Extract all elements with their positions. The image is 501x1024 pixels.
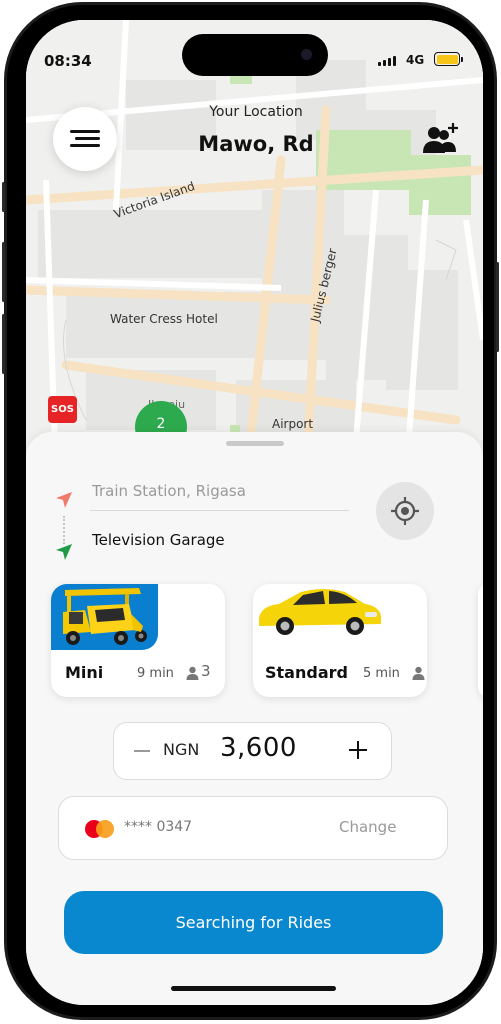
pickup-location[interactable]: Train Station, Rigasa <box>92 482 246 500</box>
ride-image-standard <box>253 584 389 640</box>
ride-name-mini: Mini <box>65 663 104 682</box>
ride-eta-standard: 5 min <box>363 666 400 681</box>
fare-amount[interactable]: 3,600 <box>220 733 297 763</box>
seat-person-icon <box>186 666 199 680</box>
ride-option-mini[interactable]: Mini 9 min 3 <box>51 584 225 697</box>
add-user-icon[interactable] <box>422 120 462 160</box>
map-streets <box>26 20 483 480</box>
route-connector <box>63 516 65 544</box>
ride-image-mini <box>51 584 158 650</box>
ride-option-standard[interactable]: Standard 5 min 1 <box>253 584 427 697</box>
silent-switch <box>2 182 5 212</box>
status-time: 08:34 <box>44 52 92 70</box>
map-label-water-cress-hotel: Water Cress Hotel <box>110 312 218 326</box>
screen: Victoria Island Julius berger Water Cres… <box>26 20 483 1005</box>
locate-me-icon <box>391 497 419 525</box>
pickup-arrow-icon <box>56 492 72 508</box>
fare-increase-button[interactable] <box>346 738 370 762</box>
location-caption: Your Location <box>209 104 303 120</box>
sos-button[interactable]: SOS <box>48 396 77 423</box>
map-view[interactable]: Victoria Island Julius berger Water Cres… <box>26 20 483 480</box>
volume-down-button <box>2 314 5 374</box>
sheet-grabber[interactable] <box>226 441 284 446</box>
fare-currency: NGN <box>163 740 200 759</box>
yellow-car-icon <box>253 584 389 640</box>
network-type: 4G <box>406 53 425 67</box>
camera-icon <box>301 49 312 60</box>
location-title: Mawo, Rd <box>198 132 314 156</box>
locate-me-button[interactable] <box>376 482 434 540</box>
signal-icon <box>378 56 396 66</box>
fare-stepper: NGN 3,600 <box>113 722 392 780</box>
destination-location[interactable]: Television Garage <box>92 531 225 549</box>
home-indicator[interactable] <box>171 986 336 991</box>
change-payment-button[interactable]: Change <box>339 818 396 836</box>
battery-level <box>436 54 458 64</box>
battery-icon <box>434 52 463 66</box>
payment-card-number: **** 0347 <box>124 819 193 835</box>
volume-up-button <box>2 242 5 302</box>
menu-icon <box>70 130 100 133</box>
route-divider <box>90 510 349 511</box>
keke-tricycle-icon <box>63 588 147 645</box>
seat-person-icon <box>412 666 425 680</box>
ride-seats-mini: 3 <box>201 662 211 680</box>
search-rides-button[interactable]: Searching for Rides <box>64 891 443 954</box>
mastercard-icon <box>85 820 115 838</box>
dynamic-island <box>182 34 328 76</box>
ride-eta-mini: 9 min <box>137 666 174 681</box>
power-button <box>496 262 499 352</box>
ride-option-peek[interactable] <box>478 584 483 697</box>
phone-frame: Victoria Island Julius berger Water Cres… <box>2 2 499 1020</box>
fare-decrease-button[interactable] <box>134 750 150 752</box>
map-label-airport: Airport <box>272 417 314 431</box>
ride-name-standard: Standard <box>265 663 348 682</box>
payment-method[interactable]: **** 0347 Change <box>58 796 448 860</box>
ride-request-sheet: Train Station, Rigasa Television Garage <box>26 432 483 1005</box>
destination-arrow-icon <box>56 544 72 560</box>
menu-button[interactable] <box>53 107 117 171</box>
